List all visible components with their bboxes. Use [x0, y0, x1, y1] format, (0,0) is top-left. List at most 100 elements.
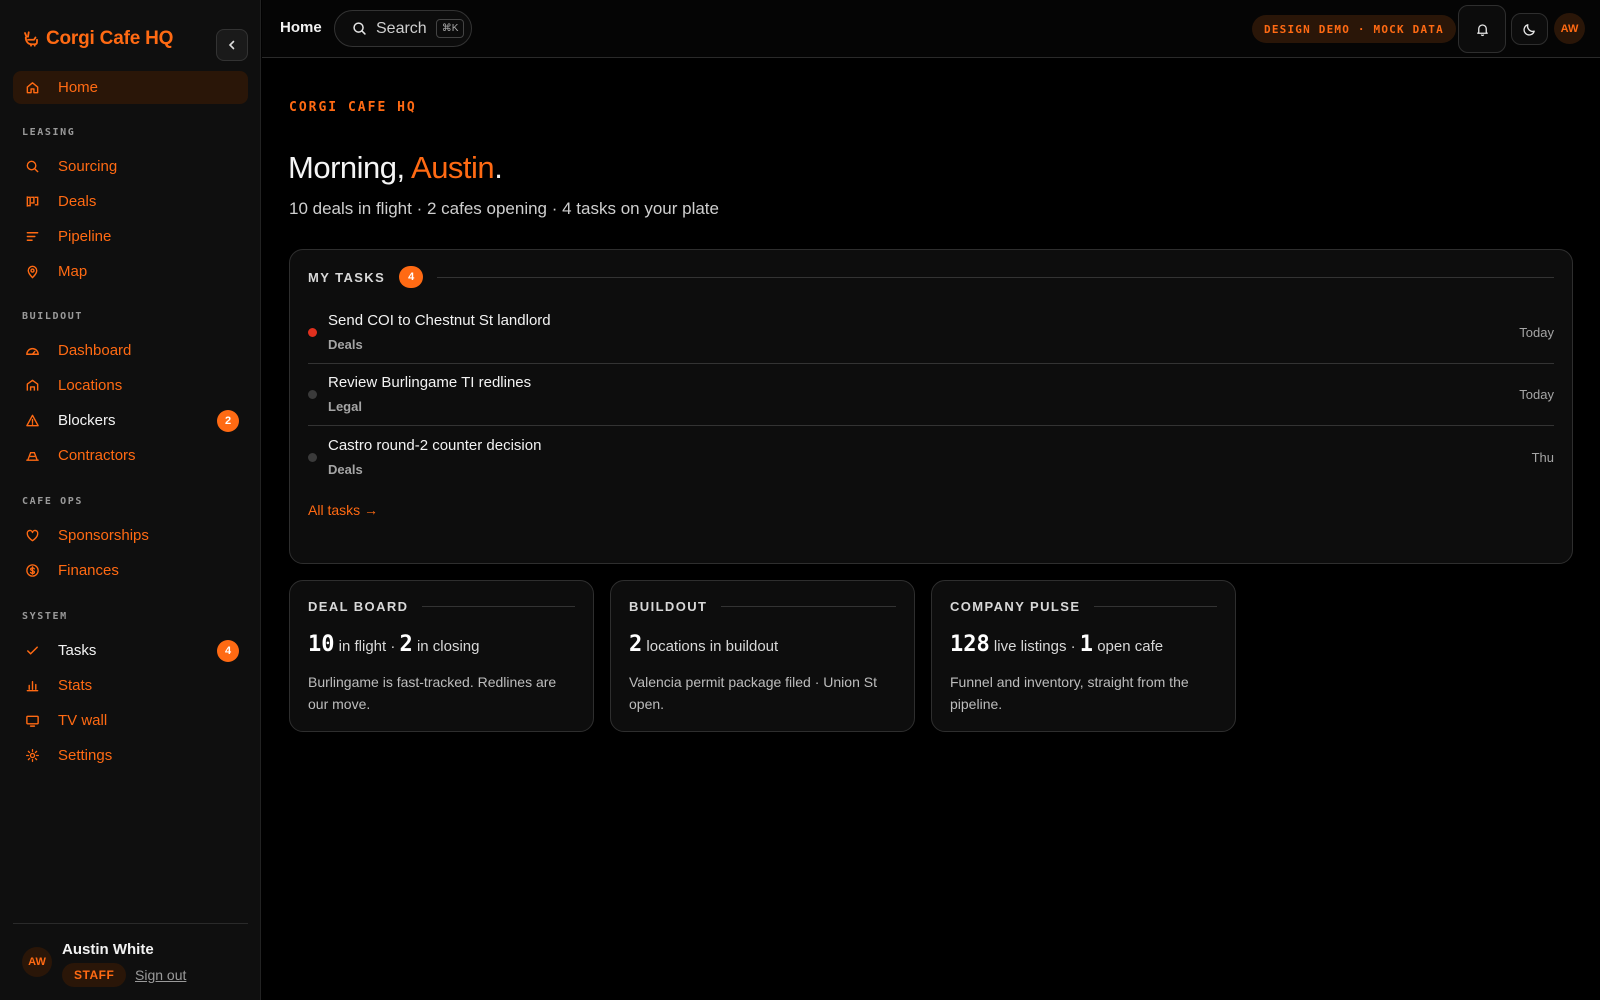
my-tasks-card: MY TASKS 4 Send COI to Chestnut St landl…: [289, 249, 1573, 564]
task-row[interactable]: Review Burlingame TI redlines Legal Toda…: [308, 364, 1554, 426]
section-label-buildout: BUILDOUT: [22, 311, 83, 322]
sidebar-item-label: Sponsorships: [58, 527, 149, 544]
sidebar-item-settings[interactable]: Settings: [13, 739, 248, 772]
sidebar-item-sourcing[interactable]: Sourcing: [13, 150, 248, 183]
section-label-leasing: LEASING: [22, 127, 76, 138]
deal-board-card[interactable]: DEAL BOARD 10 in flight · 2 in closing B…: [289, 580, 594, 732]
sidebar-item-locations[interactable]: Locations: [13, 369, 248, 402]
task-due: Today: [1519, 387, 1554, 402]
divider: [422, 605, 575, 607]
stat-text: open cafe: [1093, 638, 1164, 655]
stat-line: 10 in flight · 2 in closing: [308, 632, 479, 657]
card-title: DEAL BOARD: [308, 598, 409, 614]
stat-number: 2: [629, 632, 643, 657]
kanban-icon: [25, 194, 40, 209]
corgi-icon: [24, 31, 38, 47]
task-row[interactable]: Castro round-2 counter decision Deals Th…: [308, 427, 1554, 489]
warning-icon: [25, 413, 40, 428]
search-button[interactable]: Search ⌘K: [334, 10, 472, 47]
stat-text: in flight ·: [334, 638, 400, 655]
sidebar-item-label: Home: [58, 79, 99, 96]
stat-number: 2: [399, 632, 413, 657]
buildout-card[interactable]: BUILDOUT 2 locations in buildout Valenci…: [610, 580, 915, 732]
demo-badge: DESIGN DEMO · MOCK DATA: [1252, 15, 1456, 43]
monitor-icon: [25, 713, 40, 728]
moon-icon: [1523, 23, 1535, 36]
stat-number: 10: [308, 632, 335, 657]
role-badge: STAFF: [62, 963, 127, 987]
user-name: Austin White: [62, 941, 154, 958]
stat-number: 1: [1079, 632, 1094, 657]
greeting-name: Austin: [411, 150, 495, 185]
sidebar-item-contractors[interactable]: Contractors: [13, 439, 248, 472]
status-dot: [308, 453, 317, 462]
card-header: COMPANY PULSE: [950, 595, 1217, 617]
gear-icon: [25, 748, 40, 763]
sidebar-item-label: Sourcing: [58, 158, 118, 175]
status-dot: [308, 328, 317, 337]
task-row[interactable]: Send COI to Chestnut St landlord Deals T…: [308, 302, 1554, 364]
company-pulse-card[interactable]: COMPANY PULSE 128 live listings · 1 open…: [931, 580, 1236, 732]
sidebar-item-pipeline[interactable]: Pipeline: [13, 220, 248, 253]
sidebar-item-sponsorships[interactable]: Sponsorships: [13, 519, 248, 552]
pipeline-icon: [25, 229, 40, 244]
sidebar-item-label: Settings: [58, 747, 113, 764]
sidebar-item-label: Stats: [58, 677, 93, 694]
task-due: Today: [1519, 325, 1554, 340]
breadcrumb[interactable]: Home: [280, 19, 322, 36]
task-title: Review Burlingame TI redlines: [328, 374, 532, 391]
stat-line: 128 live listings · 1 open cafe: [950, 632, 1163, 657]
stat-text: in closing: [412, 638, 480, 655]
task-due: Thu: [1531, 450, 1554, 465]
task-tag: Legal: [328, 399, 362, 414]
blockers-count-badge: 2: [217, 410, 239, 432]
divider: [1094, 605, 1217, 607]
divider: [721, 605, 896, 607]
tasks-count-badge: 4: [399, 266, 424, 288]
page-eyebrow: CORGI CAFE HQ: [289, 100, 417, 115]
bell-icon: [1476, 23, 1488, 36]
all-tasks-link[interactable]: All tasks →: [308, 502, 378, 518]
card-title: COMPANY PULSE: [950, 598, 1081, 614]
store-icon: [25, 378, 40, 393]
sidebar-item-tv-wall[interactable]: TV wall: [13, 704, 248, 737]
stat-number: 128: [950, 632, 990, 657]
top-avatar[interactable]: AW: [1554, 13, 1585, 44]
sidebar-item-home[interactable]: Home: [13, 71, 248, 104]
stat-description: Burlingame is fast-tracked. Redlines are…: [308, 674, 557, 712]
search-icon: [353, 22, 366, 35]
sidebar-item-map[interactable]: Map: [13, 255, 248, 288]
sidebar-item-deals[interactable]: Deals: [13, 185, 248, 218]
task-tag: Deals: [328, 337, 363, 352]
sidebar-item-blockers[interactable]: Blockers 2: [13, 404, 248, 437]
stat-line: 2 locations in buildout: [629, 632, 778, 657]
sign-out-link[interactable]: Sign out: [135, 967, 186, 983]
sidebar-item-stats[interactable]: Stats: [13, 669, 248, 702]
notifications-button[interactable]: [1458, 5, 1506, 53]
greeting-prefix: Morning,: [288, 150, 412, 185]
search-icon: [25, 159, 40, 174]
sidebar-item-label: Dashboard: [58, 342, 132, 359]
card-title: MY TASKS: [308, 269, 386, 285]
check-icon: [25, 643, 40, 658]
collapse-sidebar-button[interactable]: [216, 29, 248, 61]
brand-logo[interactable]: Corgi Cafe HQ: [22, 28, 173, 50]
sidebar-item-label: Blockers: [58, 412, 116, 429]
divider: [437, 276, 1554, 278]
page-title: Morning, Austin.: [288, 150, 503, 186]
card-title: BUILDOUT: [629, 598, 708, 614]
search-shortcut: ⌘K: [435, 19, 465, 38]
sidebar-item-finances[interactable]: Finances: [13, 554, 248, 587]
page-summary: 10 deals in flight · 2 cafes opening · 4…: [289, 199, 719, 218]
sidebar-item-label: Tasks: [58, 642, 97, 659]
theme-toggle-button[interactable]: [1511, 13, 1548, 45]
sidebar-item-tasks[interactable]: Tasks 4: [13, 634, 248, 667]
avatar[interactable]: AW: [22, 947, 52, 977]
sidebar-nav: Home LEASING Sourcing Deals Pipeline Map…: [13, 71, 248, 772]
gauge-icon: [25, 343, 40, 358]
sidebar-item-dashboard[interactable]: Dashboard: [13, 334, 248, 367]
task-title: Send COI to Chestnut St landlord: [328, 312, 551, 329]
brand-name: Corgi Cafe HQ: [46, 28, 174, 49]
status-dot: [308, 390, 317, 399]
dollar-icon: [25, 563, 40, 578]
